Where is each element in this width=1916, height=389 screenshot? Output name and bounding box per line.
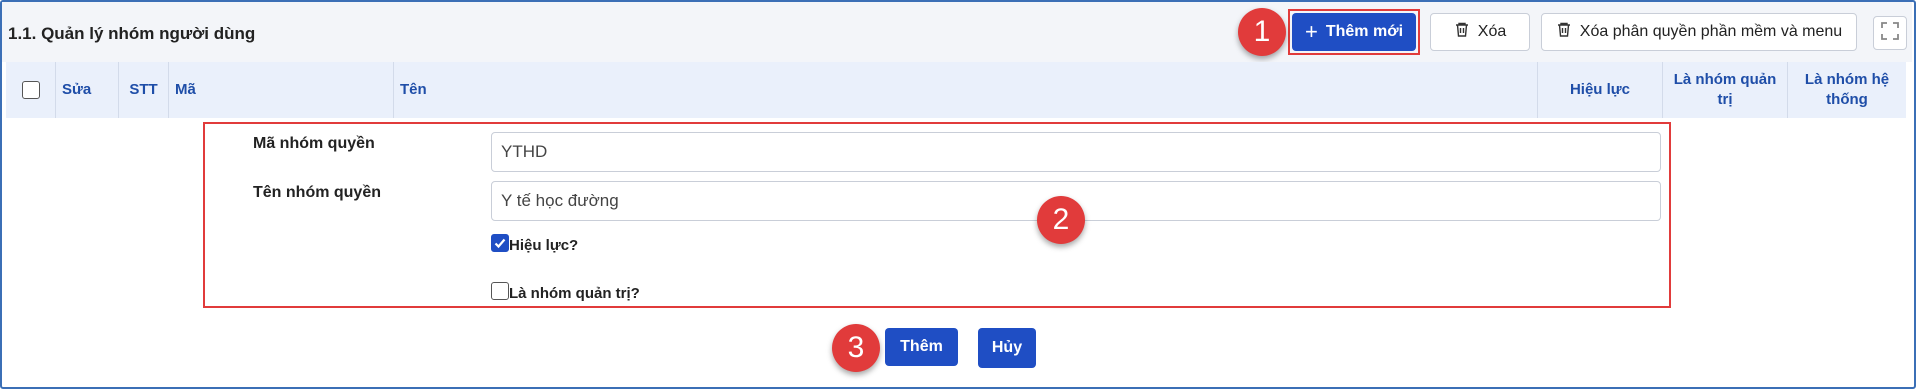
- expand-icon: [1880, 21, 1900, 46]
- column-header-code[interactable]: Mã: [169, 62, 394, 118]
- table-header: Sửa STT Mã Tên Hiệu lực Là nhóm quản trị…: [6, 62, 1906, 118]
- step-marker-1: 1: [1238, 8, 1286, 56]
- delete-button[interactable]: Xóa: [1430, 13, 1530, 51]
- trash-icon: [1454, 22, 1470, 43]
- cancel-button[interactable]: Hủy: [978, 328, 1036, 368]
- highlight-form: [203, 122, 1671, 308]
- select-all-cell: [6, 62, 56, 118]
- submit-button[interactable]: Thêm: [885, 328, 958, 366]
- delete-permissions-button[interactable]: Xóa phân quyền phần mềm và menu: [1541, 13, 1857, 51]
- step-marker-3: 3: [832, 324, 880, 372]
- column-header-admin-group[interactable]: Là nhóm quản trị: [1663, 62, 1788, 118]
- column-header-system-group[interactable]: Là nhóm hệ thống: [1788, 62, 1906, 118]
- column-header-active[interactable]: Hiệu lực: [1538, 62, 1663, 118]
- column-header-edit[interactable]: Sửa: [56, 62, 119, 118]
- delete-permissions-label: Xóa phân quyền phần mềm và menu: [1579, 23, 1843, 40]
- step-marker-2: 2: [1037, 196, 1085, 244]
- highlight-add-button: [1288, 9, 1420, 55]
- page-title: 1.1. Quản lý nhóm người dùng: [8, 24, 256, 43]
- select-all-checkbox[interactable]: [21, 81, 40, 99]
- column-header-index[interactable]: STT: [119, 62, 169, 118]
- fullscreen-button[interactable]: [1873, 16, 1907, 50]
- delete-label: Xóa: [1477, 23, 1507, 40]
- column-header-name[interactable]: Tên: [394, 62, 1538, 118]
- trash-icon: [1556, 22, 1572, 43]
